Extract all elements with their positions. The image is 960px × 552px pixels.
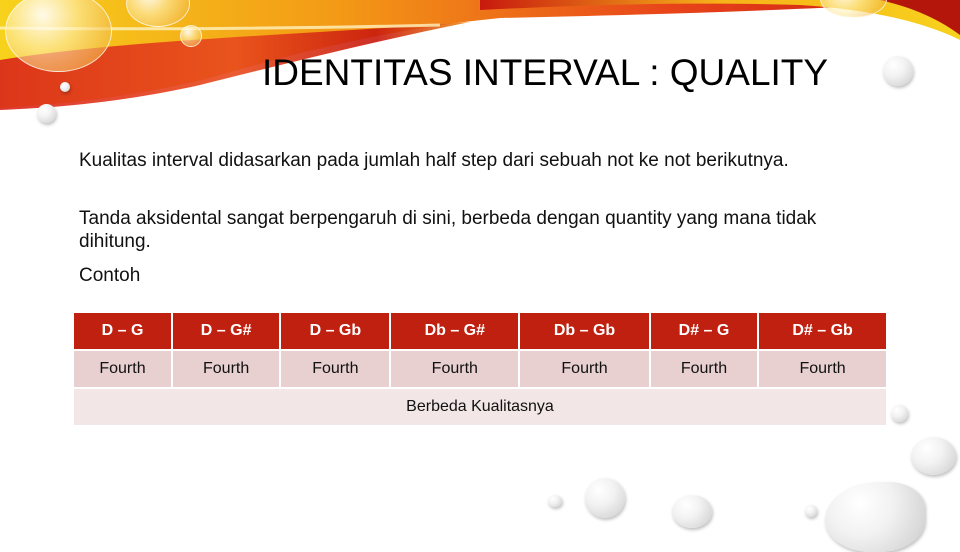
quality-cell: Fourth: [650, 351, 758, 387]
quality-cell: Fourth: [281, 351, 390, 387]
water-drop: [37, 104, 56, 123]
table-row: Fourth Fourth Fourth Fourth Fourth Fourt…: [74, 351, 886, 387]
paragraph-example-label: Contoh: [79, 265, 141, 286]
water-drop: [180, 25, 202, 47]
water-drop: [825, 482, 925, 552]
interval-cell: Db – G#: [391, 313, 519, 349]
water-drop: [585, 478, 625, 518]
water-drop: [672, 495, 712, 528]
table-row: Berbeda Kualitasnya: [74, 389, 886, 425]
interval-cell: D – G#: [172, 313, 280, 349]
table-header-row: D – G D – G# D – Gb Db – G# Db – Gb D# –…: [74, 313, 886, 349]
water-drop: [883, 56, 913, 86]
water-drop: [548, 495, 562, 507]
interval-cell: D# – Gb: [759, 313, 886, 349]
interval-cell: D – G: [74, 313, 171, 349]
quality-cell: Fourth: [74, 351, 171, 387]
note-cell: Berbeda Kualitasnya: [74, 389, 886, 425]
interval-table: D – G D – G# D – Gb Db – G# Db – Gb D# –…: [72, 311, 888, 427]
water-drop: [805, 505, 817, 517]
interval-cell: D – Gb: [281, 313, 390, 349]
quality-cell: Fourth: [172, 351, 280, 387]
water-drop: [911, 437, 956, 475]
quality-cell: Fourth: [520, 351, 649, 387]
slide-title: IDENTITAS INTERVAL : QUALITY: [262, 52, 829, 93]
water-drop: [891, 405, 908, 422]
interval-cell: D# – G: [650, 313, 758, 349]
paragraph-accidental: Tanda aksidental sangat berpengaruh di s…: [79, 208, 817, 252]
quality-cell: Fourth: [391, 351, 519, 387]
water-drop: [60, 82, 70, 92]
paragraph-definition: Kualitas interval didasarkan pada jumlah…: [79, 150, 789, 171]
quality-cell: Fourth: [759, 351, 886, 387]
interval-cell: Db – Gb: [520, 313, 649, 349]
